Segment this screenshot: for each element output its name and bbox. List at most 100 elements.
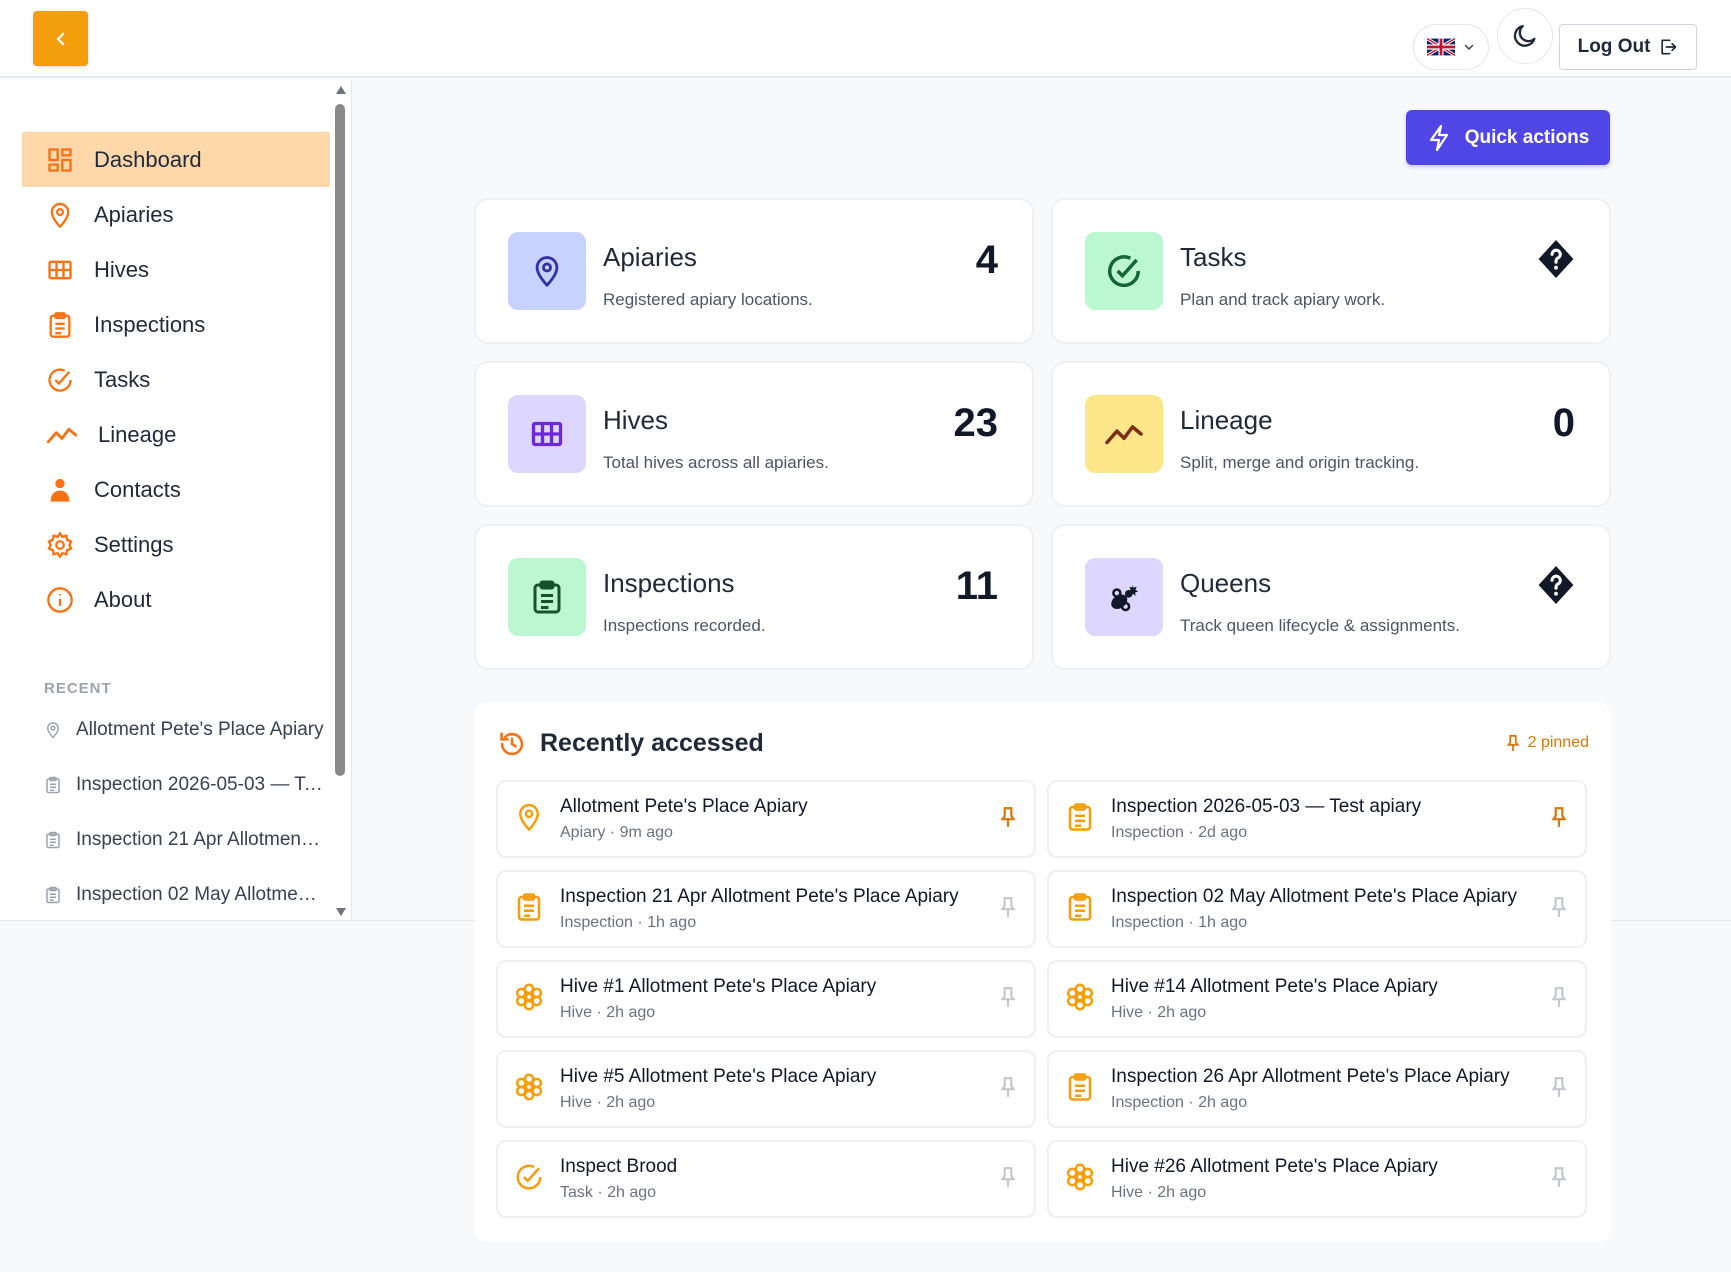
item-meta: Hive · 2h ago bbox=[1111, 1004, 1207, 1021]
pinned-count[interactable]: 2 pinned bbox=[1506, 734, 1589, 752]
pin-toggle[interactable] bbox=[1551, 896, 1567, 923]
sidebar-item-lineage[interactable]: Lineage bbox=[22, 407, 330, 462]
history-icon bbox=[500, 732, 524, 756]
sidebar-recent-item[interactable]: Inspection 02 May Allotment Pete's Place… bbox=[44, 867, 324, 922]
sidebar-item-label: Lineage bbox=[98, 421, 177, 447]
pin-toggle[interactable] bbox=[1000, 1166, 1016, 1193]
item-title: Hive #5 Allotment Pete's Place Apiary bbox=[560, 1066, 877, 1087]
scroll-up-arrow[interactable] bbox=[336, 86, 346, 94]
pin-icon bbox=[1551, 987, 1567, 1007]
recent-item[interactable]: Inspection 2026-05-03 — Test apiary Insp… bbox=[1047, 780, 1587, 858]
stat-card-inspections[interactable]: Inspections Inspections recorded. 11 bbox=[474, 524, 1034, 670]
bee-icon bbox=[1111, 584, 1139, 612]
item-meta: Inspection · 1h ago bbox=[1111, 914, 1248, 931]
item-icon-wrap bbox=[514, 982, 544, 1017]
stat-card-queens[interactable]: Queens Track queen lifecycle & assignmen… bbox=[1051, 524, 1611, 670]
theme-toggle-button[interactable] bbox=[1497, 8, 1553, 64]
pin-toggle[interactable] bbox=[1000, 806, 1016, 833]
sidebar-scrollbar[interactable] bbox=[333, 84, 347, 918]
card-title: Inspections bbox=[603, 568, 735, 598]
recent-item[interactable]: Allotment Pete's Place Apiary Apiary · 9… bbox=[496, 780, 1036, 858]
clipboard-icon bbox=[46, 831, 60, 848]
card-icon-box bbox=[508, 558, 586, 636]
pin-toggle[interactable] bbox=[1000, 896, 1016, 923]
sidebar-item-contacts[interactable]: Contacts bbox=[22, 462, 330, 517]
recent-item[interactable]: Inspection 26 Apr Allotment Pete's Place… bbox=[1047, 1050, 1587, 1128]
pin-toggle[interactable] bbox=[1551, 1166, 1567, 1193]
item-title: Allotment Pete's Place Apiary bbox=[560, 796, 808, 817]
unknown-count bbox=[1537, 238, 1575, 285]
recent-item[interactable]: Hive #14 Allotment Pete's Place Apiary H… bbox=[1047, 960, 1587, 1038]
recent-item[interactable]: Hive #5 Allotment Pete's Place Apiary Hi… bbox=[496, 1050, 1036, 1128]
stat-card-tasks[interactable]: Tasks Plan and track apiary work. bbox=[1051, 198, 1611, 344]
flower-icon bbox=[515, 1073, 543, 1101]
stat-card-lineage[interactable]: Lineage Split, merge and origin tracking… bbox=[1051, 361, 1611, 507]
item-title: Inspection 2026-05-03 — Test apiary bbox=[1111, 796, 1422, 817]
card-icon-box bbox=[508, 232, 586, 310]
language-selector[interactable] bbox=[1413, 24, 1489, 70]
pin-icon bbox=[1551, 807, 1567, 827]
logout-button[interactable]: Log Out bbox=[1559, 24, 1697, 70]
recent-item[interactable]: Hive #1 Allotment Pete's Place Apiary Hi… bbox=[496, 960, 1036, 1038]
pin-icon bbox=[1000, 1167, 1016, 1187]
pin-toggle[interactable] bbox=[1551, 806, 1567, 833]
stat-card-apiaries[interactable]: Apiaries Registered apiary locations. 4 bbox=[474, 198, 1034, 344]
clipboard-icon bbox=[1068, 1073, 1092, 1101]
clipboard-icon bbox=[46, 776, 60, 793]
trend-icon bbox=[1105, 425, 1143, 445]
person-icon bbox=[50, 478, 70, 502]
trend-icon bbox=[46, 427, 78, 443]
sidebar-item-apiaries[interactable]: Apiaries bbox=[22, 187, 330, 242]
sidebar-item-label: Inspections bbox=[94, 311, 206, 337]
map-pin-icon bbox=[46, 721, 60, 739]
flower-icon bbox=[1066, 983, 1094, 1011]
item-title: Inspection 21 Apr Allotment Pete's Place… bbox=[560, 886, 959, 907]
item-icon-wrap bbox=[1065, 802, 1095, 837]
pin-toggle[interactable] bbox=[1000, 986, 1016, 1013]
recent-item[interactable]: Hive #26 Allotment Pete's Place Apiary H… bbox=[1047, 1140, 1587, 1218]
map-pin-icon bbox=[518, 803, 540, 832]
card-title: Queens bbox=[1180, 568, 1272, 598]
recently-accessed-title: Recently accessed bbox=[540, 729, 764, 757]
sidebar-item-settings[interactable]: Settings bbox=[22, 517, 330, 572]
sidebar-recent-item[interactable]: Allotment Pete's Place Apiary bbox=[44, 702, 324, 757]
logout-label: Log Out bbox=[1577, 36, 1651, 57]
card-description: Track queen lifecycle & assignments. bbox=[1180, 616, 1460, 635]
pin-icon bbox=[1551, 897, 1567, 917]
sidebar-item-label: Dashboard bbox=[94, 146, 202, 172]
card-icon-box bbox=[1085, 395, 1163, 473]
item-title: Inspect Brood bbox=[560, 1156, 678, 1177]
stat-card-hives[interactable]: Hives Total hives across all apiaries. 2… bbox=[474, 361, 1034, 507]
sidebar-item-label: Apiaries bbox=[94, 201, 174, 227]
pin-toggle[interactable] bbox=[1000, 1076, 1016, 1103]
history-icon-wrap bbox=[498, 730, 526, 763]
recent-item[interactable]: Inspection 21 Apr Allotment Pete's Place… bbox=[496, 870, 1036, 948]
recent-item[interactable]: Inspection 02 May Allotment Pete's Place… bbox=[1047, 870, 1587, 948]
card-icon-box bbox=[1085, 558, 1163, 636]
map-pin-icon bbox=[50, 202, 70, 228]
pin-toggle[interactable] bbox=[1551, 986, 1567, 1013]
sidebar-recent-item[interactable]: Inspection 21 Apr Allotment Pete's Place… bbox=[44, 812, 324, 867]
sidebar-recent-item[interactable]: Inspection 2026-05-03 — Test apiary bbox=[44, 757, 324, 812]
recent-item[interactable]: Inspect Brood Task · 2h ago bbox=[496, 1140, 1036, 1218]
sidebar-item-dashboard[interactable]: Dashboard bbox=[22, 132, 330, 187]
sidebar-item-inspections[interactable]: Inspections bbox=[22, 297, 330, 352]
pin-icon bbox=[1000, 897, 1016, 917]
grid-icon bbox=[48, 260, 72, 279]
sidebar-item-tasks[interactable]: Tasks bbox=[22, 352, 330, 407]
sidebar-recent-label: Allotment Pete's Place Apiary bbox=[76, 718, 324, 740]
scrollbar-thumb[interactable] bbox=[335, 104, 345, 776]
card-description: Registered apiary locations. bbox=[603, 290, 813, 309]
sidebar-item-about[interactable]: About bbox=[22, 572, 330, 627]
pin-toggle[interactable] bbox=[1551, 1076, 1567, 1103]
quick-actions-button[interactable]: Quick actions bbox=[1406, 110, 1610, 165]
pin-icon bbox=[1000, 807, 1016, 827]
scroll-down-arrow[interactable] bbox=[336, 908, 346, 916]
item-title: Inspection 02 May Allotment Pete's Place… bbox=[1111, 886, 1518, 907]
moon-icon bbox=[1513, 24, 1536, 47]
pin-icon bbox=[1000, 987, 1016, 1007]
sidebar-item-hives[interactable]: Hives bbox=[22, 242, 330, 297]
item-icon-wrap bbox=[514, 802, 544, 837]
collapse-sidebar-button[interactable] bbox=[33, 11, 88, 66]
pin-icon bbox=[1551, 1167, 1567, 1187]
